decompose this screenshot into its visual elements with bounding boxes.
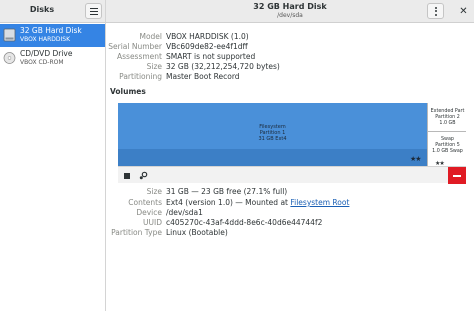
serial-number-label: Serial Number [108,42,162,51]
assessment-value: SMART is not supported [166,52,256,61]
disk-title: 32 GB Hard Disk [253,2,327,11]
drive-name: CD/DVD Drive [20,49,73,58]
model-value: VBOX HARDDISK (1.0) [166,32,249,41]
size-label: Size [146,62,162,71]
extended-partition-size: 1.0 GB [439,121,456,126]
size-value: 32 GB (32,212,254,720 bytes) [166,62,280,71]
partition-usage-band [118,149,427,166]
partition-flags-icon: ★★ [410,155,422,163]
partitioning-label: Partitioning [119,72,162,81]
disk-device-path: /dev/sda [277,12,303,19]
volume-toolbar [118,166,466,184]
assessment-label: Assessment [117,52,162,61]
main-header: 32 GB Hard Disk /dev/sda ✕ [106,0,474,23]
stop-icon [123,172,130,179]
delete-partition-button[interactable] [448,167,466,184]
swap-partition-block[interactable]: Swap Partition 5 1.0 GB Swap ★★ [427,131,466,167]
gears-icon [139,171,148,180]
contents-value: Ext4 (version 1.0) — Mounted at Filesyst… [166,198,349,207]
drive-item-hard-disk[interactable]: 32 GB Hard Disk VBOX HARDDISK [0,24,105,47]
kebab-menu-icon [434,6,437,9]
mount-point-link[interactable]: Filesystem Root [290,198,349,207]
drive-item-cd-dvd[interactable]: CD/DVD Drive VBOX CD-ROM [0,47,105,70]
swap-partition-size: 1.0 GB Swap [432,149,463,154]
contents-text: Ext4 (version 1.0) — Mounted at [166,198,291,207]
device-label: Device [136,208,162,217]
uuid-label: UUID [143,218,162,227]
volume-map: Filesystem Partition 1 31 GB Ext4 ★★ Ext… [118,103,466,167]
device-value: /dev/sda1 [166,208,203,217]
drive-subtitle: VBOX HARDDISK [20,36,71,43]
serial-number-value: VBc609de82-ee4f1dff [166,42,248,51]
volume-size-label: Size [146,187,162,196]
volume-size-value: 31 GB — 23 GB free (27.1% full) [166,187,288,196]
partition-type-value: Linux (Bootable) [166,228,228,237]
minus-icon [453,174,461,177]
drive-options-button[interactable] [427,3,444,19]
partitioning-value: Master Boot Record [166,72,240,81]
optical-disc-icon [3,52,16,64]
uuid-value: c405270c-43af-4ddd-8e6c-40d6e44744f2 [166,218,323,227]
harddisk-icon [3,28,16,42]
sidebar-header: Disks [0,0,105,23]
model-label: Model [139,32,162,41]
drive-name: 32 GB Hard Disk [20,26,82,35]
partition-size: 31 GB Ext4 [258,136,287,142]
sidebar: Disks 32 GB Hard Disk VBOX HARDDISK CD/D… [0,0,106,311]
drive-subtitle: VBOX CD-ROM [20,59,64,66]
partition-1-info: Filesystem Partition 1 31 GB Ext4 [118,124,427,142]
hamburger-menu-button[interactable] [85,3,102,19]
volumes-heading: Volumes [110,87,146,96]
sidebar-title: Disks [29,5,55,14]
partition-options-button[interactable] [136,168,151,183]
unmount-button[interactable] [119,168,134,183]
partition-type-label: Partition Type [111,228,162,237]
contents-label: Contents [128,198,162,207]
window-close-button[interactable]: ✕ [458,6,469,17]
partition-1-block[interactable]: Filesystem Partition 1 31 GB Ext4 ★★ [118,103,427,166]
hamburger-icon [89,7,98,9]
